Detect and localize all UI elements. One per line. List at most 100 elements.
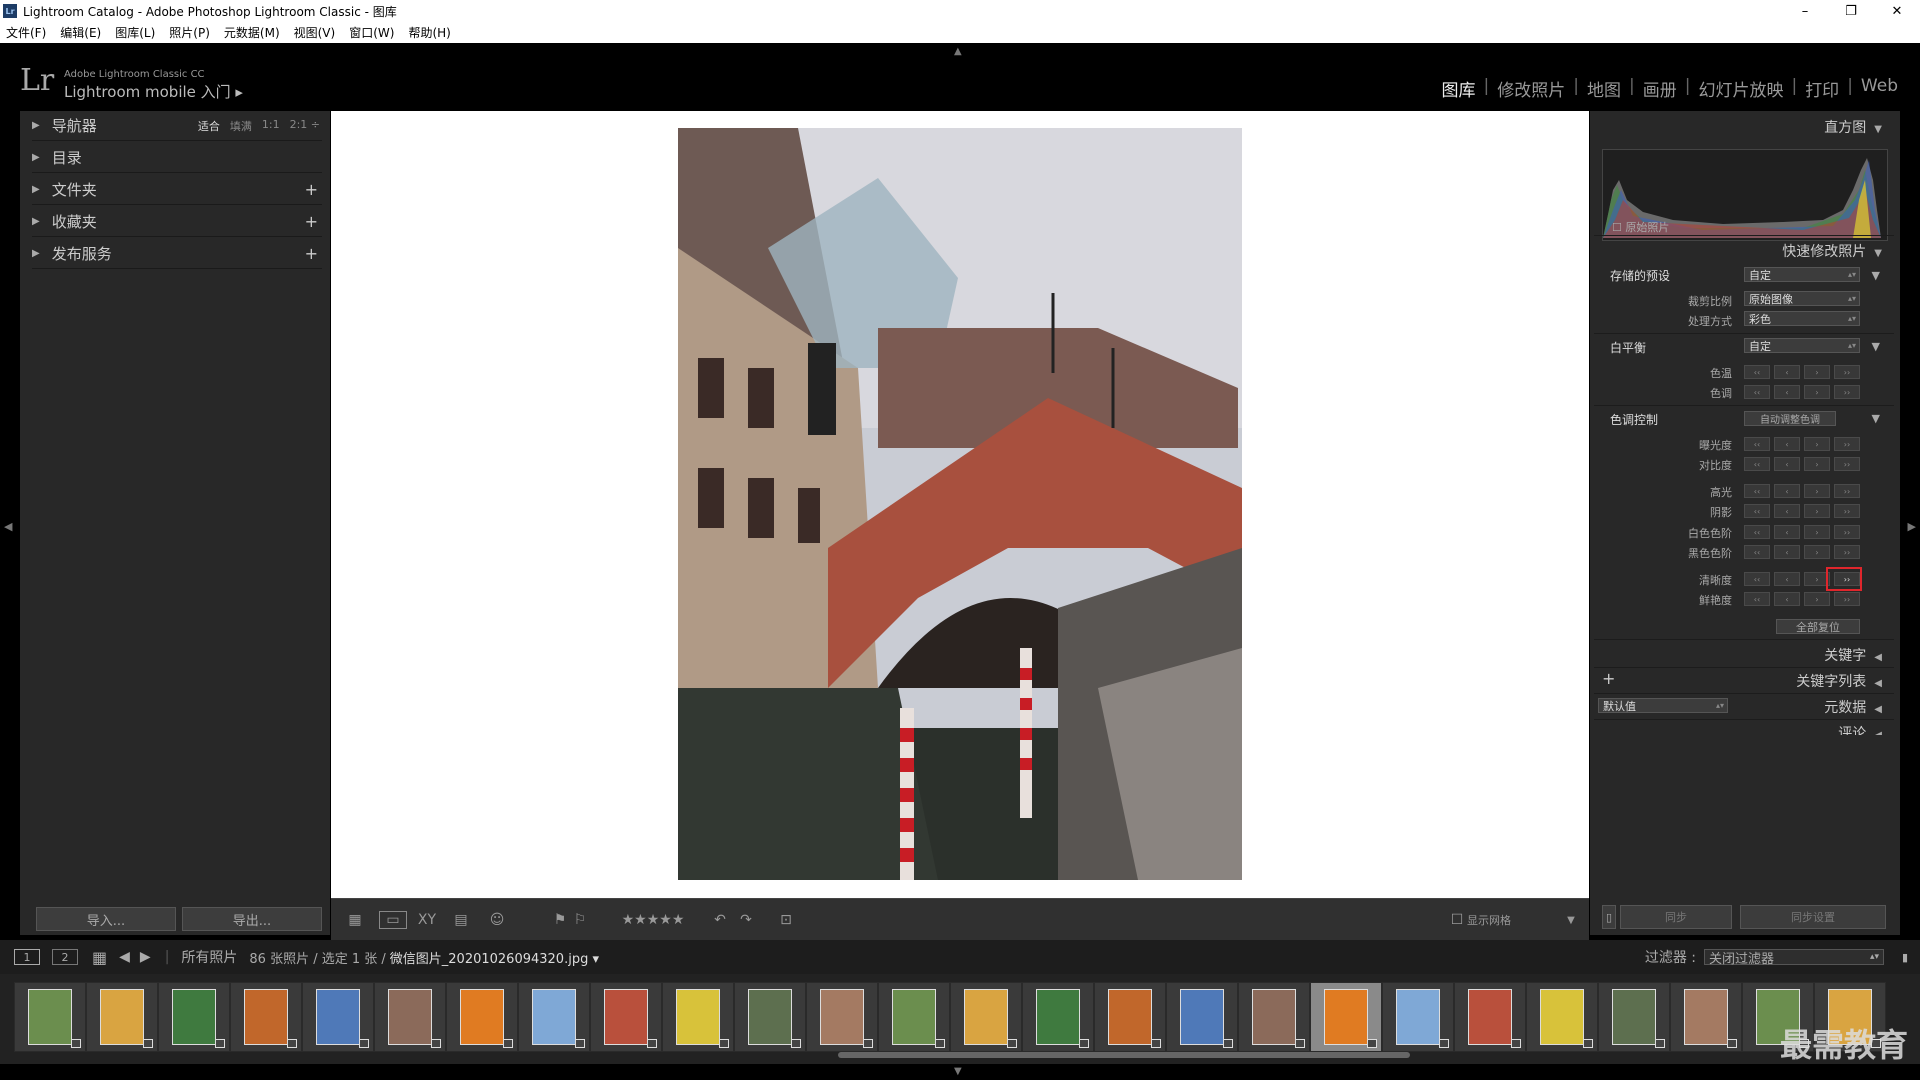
survey-view-icon[interactable]: ▤ <box>447 911 475 929</box>
auto-tone-button[interactable]: 自动调整色调 <box>1744 411 1836 426</box>
filter-dropdown[interactable]: 关闭过滤器 ▴▾ <box>1704 949 1884 967</box>
filmstrip-thumbnail[interactable] <box>1598 982 1670 1052</box>
exposure-inc-large[interactable]: ›› <box>1834 437 1860 451</box>
module-book[interactable]: 画册 <box>1635 76 1685 101</box>
blacks-inc[interactable]: › <box>1804 545 1830 559</box>
mobile-getting-started[interactable]: Lightroom mobile 入门 ▸ <box>64 81 243 102</box>
filmstrip-thumbnail[interactable] <box>518 982 590 1052</box>
module-slideshow[interactable]: 幻灯片放映 <box>1690 76 1791 101</box>
bottom-panel-toggle-icon[interactable]: ▼ <box>954 1066 962 1077</box>
filmstrip-thumbnail[interactable] <box>230 982 302 1052</box>
exposure-inc[interactable]: › <box>1804 437 1830 451</box>
filmstrip-scrollbar[interactable] <box>838 1052 1410 1058</box>
rotate-left-icon[interactable]: ↶ <box>709 911 731 929</box>
saved-preset-dropdown[interactable]: 自定 ▴▾ <box>1744 267 1860 282</box>
metadata-header[interactable]: 元数据 ◀ <box>1824 697 1882 717</box>
star-rating[interactable]: ★★★★★ <box>609 911 697 929</box>
publish-services-header[interactable]: ▶ 发布服务 + <box>32 239 322 269</box>
comments-header[interactable]: 评论 ◀ <box>1838 723 1882 735</box>
shadows-inc[interactable]: › <box>1804 504 1830 518</box>
show-grid-checkbox[interactable]: ☐ <box>1451 911 1464 929</box>
catalog-header[interactable]: ▶ 目录 <box>32 143 322 173</box>
filmstrip-thumbnail[interactable] <box>446 982 518 1052</box>
flag-icon[interactable]: ⚑ <box>551 911 569 929</box>
whites-dec[interactable]: ‹ <box>1774 525 1800 539</box>
filmstrip-thumbnail[interactable] <box>590 982 662 1052</box>
filmstrip-thumbnail[interactable] <box>1454 982 1526 1052</box>
contrast-inc[interactable]: › <box>1804 457 1830 471</box>
clarity-dec-large[interactable]: ‹‹ <box>1744 572 1770 586</box>
white-balance-dropdown[interactable]: 自定 ▴▾ <box>1744 338 1860 353</box>
menu-view[interactable]: 视图(V) <box>294 24 336 41</box>
toolbar-content-dropdown-icon[interactable]: ▼ <box>1561 911 1581 929</box>
contrast-inc-large[interactable]: ›› <box>1834 457 1860 471</box>
main-photo[interactable] <box>678 128 1242 880</box>
filmstrip-thumbnail[interactable] <box>14 982 86 1052</box>
module-map[interactable]: 地图 <box>1579 76 1629 101</box>
forward-arrow-icon[interactable]: ▶ <box>140 949 151 965</box>
highlights-dec[interactable]: ‹ <box>1774 484 1800 498</box>
filmstrip-thumbnail[interactable] <box>158 982 230 1052</box>
add-folder-icon[interactable]: + <box>305 180 318 199</box>
blacks-dec[interactable]: ‹ <box>1774 545 1800 559</box>
highlights-dec-large[interactable]: ‹‹ <box>1744 484 1770 498</box>
add-keyword-icon[interactable]: + <box>1602 669 1615 688</box>
reject-flag-icon[interactable]: ⚐ <box>571 911 589 929</box>
main-window-button[interactable]: 1 <box>14 949 40 965</box>
shadows-dec[interactable]: ‹ <box>1774 504 1800 518</box>
metadata-preset-dropdown[interactable]: 默认值 ▴▾ <box>1598 698 1728 713</box>
minimize-button[interactable]: – <box>1782 0 1828 22</box>
filmstrip-thumbnail[interactable] <box>1670 982 1742 1052</box>
tint-inc[interactable]: › <box>1804 385 1830 399</box>
right-panel-toggle-icon[interactable]: ▶ <box>1908 520 1916 533</box>
original-photo-checkbox[interactable]: ☐ 原始照片 <box>1612 219 1669 235</box>
collapse-triangle-icon[interactable]: ▼ <box>1872 412 1880 425</box>
module-library[interactable]: 图库 <box>1434 76 1484 101</box>
grid-view-icon[interactable]: ▦ <box>341 911 369 929</box>
temp-dec[interactable]: ‹ <box>1774 365 1800 379</box>
menu-window[interactable]: 窗口(W) <box>349 24 394 41</box>
blacks-dec-large[interactable]: ‹‹ <box>1744 545 1770 559</box>
module-web[interactable]: Web <box>1853 76 1906 101</box>
add-collection-icon[interactable]: + <box>305 212 318 231</box>
tint-dec-large[interactable]: ‹‹ <box>1744 385 1770 399</box>
people-view-icon[interactable]: ☺ <box>483 911 511 929</box>
filmstrip-thumbnail[interactable] <box>1166 982 1238 1052</box>
filmstrip-thumbnail[interactable] <box>302 982 374 1052</box>
filmstrip-thumbnail[interactable] <box>806 982 878 1052</box>
grid-icon[interactable]: ▦ <box>92 948 107 967</box>
filmstrip-thumbnail[interactable] <box>662 982 734 1052</box>
whites-inc-large[interactable]: ›› <box>1834 525 1860 539</box>
filmstrip-thumbnail[interactable] <box>878 982 950 1052</box>
filmstrip-thumbnail[interactable] <box>1382 982 1454 1052</box>
folders-header[interactable]: ▶ 文件夹 + <box>32 175 322 205</box>
rotate-right-icon[interactable]: ↷ <box>735 911 757 929</box>
shadows-dec-large[interactable]: ‹‹ <box>1744 504 1770 518</box>
filmstrip-thumbnail[interactable] <box>1022 982 1094 1052</box>
histogram-header[interactable]: 直方图 ▼ <box>1824 117 1882 137</box>
menu-file[interactable]: 文件(F) <box>6 24 46 41</box>
filmstrip-thumbnail[interactable] <box>1526 982 1598 1052</box>
filter-lock-icon[interactable]: ▮ <box>1902 951 1908 964</box>
tint-inc-large[interactable]: ›› <box>1834 385 1860 399</box>
exposure-dec-large[interactable]: ‹‹ <box>1744 437 1770 451</box>
filmstrip-thumbnail[interactable] <box>86 982 158 1052</box>
zoom-fill[interactable]: 填满 <box>230 118 252 134</box>
highlights-inc-large[interactable]: ›› <box>1834 484 1860 498</box>
menu-help[interactable]: 帮助(H) <box>408 24 450 41</box>
temp-dec-large[interactable]: ‹‹ <box>1744 365 1770 379</box>
keyword-list-header[interactable]: 关键字列表 ◀ <box>1796 671 1882 691</box>
source-label[interactable]: 所有照片 <box>181 947 237 967</box>
vibrance-dec-large[interactable]: ‹‹ <box>1744 592 1770 606</box>
reset-all-button[interactable]: 全部复位 <box>1776 619 1860 634</box>
sync-settings-button[interactable]: 同步设置 <box>1740 905 1886 929</box>
quick-develop-header[interactable]: 快速修改照片 ▼ <box>1782 241 1882 261</box>
filmstrip-thumbnail[interactable] <box>374 982 446 1052</box>
menu-metadata[interactable]: 元数据(M) <box>224 24 280 41</box>
filmstrip-thumbnail[interactable] <box>1310 982 1382 1052</box>
collections-header[interactable]: ▶ 收藏夹 + <box>32 207 322 237</box>
menu-edit[interactable]: 编辑(E) <box>60 24 101 41</box>
vibrance-inc[interactable]: › <box>1804 592 1830 606</box>
filmstrip-thumbnail[interactable] <box>734 982 806 1052</box>
treatment-dropdown[interactable]: 彩色 ▴▾ <box>1744 311 1860 326</box>
